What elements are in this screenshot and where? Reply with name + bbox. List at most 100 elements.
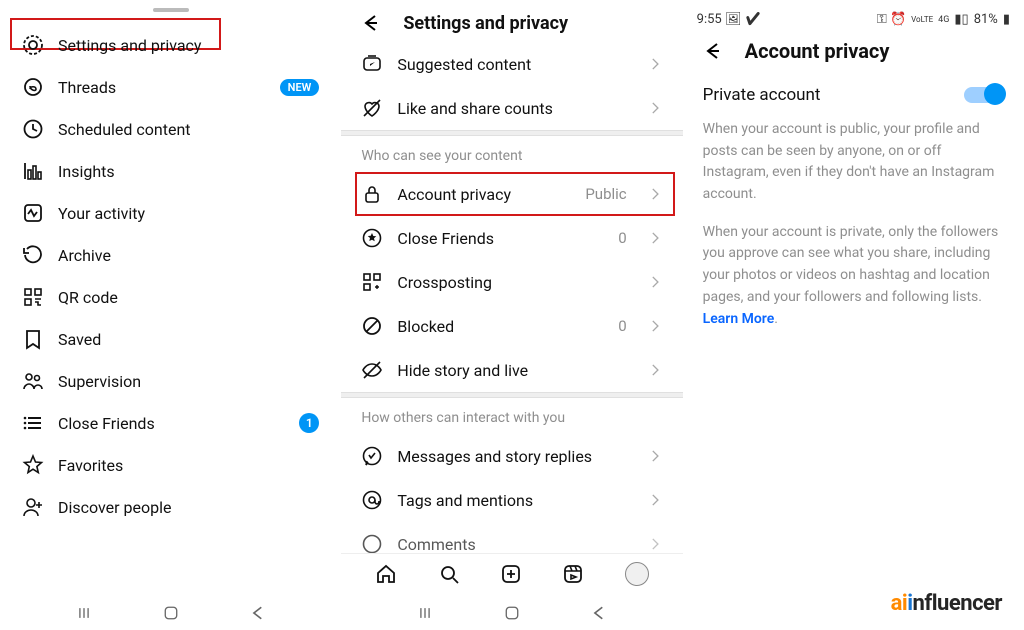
row-archive[interactable]: Archive xyxy=(0,234,341,276)
chevron-right-icon xyxy=(647,318,663,334)
list-icon xyxy=(22,412,44,434)
chevron-right-icon xyxy=(647,274,663,290)
label: Close Friends xyxy=(58,414,155,433)
row-insights[interactable]: Insights xyxy=(0,150,341,192)
create-icon[interactable] xyxy=(500,563,522,585)
badge-count: 1 xyxy=(299,413,319,433)
row-tags[interactable]: Tags and mentions xyxy=(341,478,682,522)
row-account-privacy[interactable]: Account privacy Public xyxy=(341,172,682,216)
home-icon[interactable] xyxy=(375,563,397,585)
drag-handle xyxy=(153,8,189,12)
chevron-right-icon xyxy=(647,56,663,72)
row-settings-privacy[interactable]: Settings and privacy xyxy=(0,24,341,66)
home-icon[interactable] xyxy=(503,604,521,622)
label: Tags and mentions xyxy=(397,491,533,510)
description-private: When your account is private, only the f… xyxy=(703,222,1004,330)
qr-icon xyxy=(22,286,44,308)
row-suggested[interactable]: Suggested content xyxy=(341,42,682,86)
row-close-friends[interactable]: Close Friends 1 xyxy=(0,402,341,444)
row-discover[interactable]: Discover people xyxy=(0,486,341,528)
grid-icon xyxy=(361,271,383,293)
reels-icon[interactable] xyxy=(562,563,584,585)
search-icon[interactable] xyxy=(438,563,460,585)
row-supervision[interactable]: Supervision xyxy=(0,360,341,402)
android-nav xyxy=(341,594,682,622)
label: Archive xyxy=(58,246,111,265)
chevron-right-icon xyxy=(647,362,663,378)
row-activity[interactable]: Your activity xyxy=(0,192,341,234)
badge-new: NEW xyxy=(280,79,320,96)
label: Favorites xyxy=(58,456,123,475)
row-close-friends[interactable]: Close Friends 0 xyxy=(341,216,682,260)
section-who-can-see: Who can see your content xyxy=(341,136,682,172)
status-right: ⚿ ⏰ VoLTE 4G ▮▯ 81% ▮ xyxy=(877,12,1010,27)
threads-icon xyxy=(22,76,44,98)
at-icon xyxy=(361,489,383,511)
private-label: Private account xyxy=(703,85,821,105)
row-qr[interactable]: QR code xyxy=(0,276,341,318)
chevron-right-icon xyxy=(647,186,663,202)
label: Like and share counts xyxy=(397,99,553,118)
supervision-icon xyxy=(22,370,44,392)
value: Public xyxy=(585,185,626,203)
private-toggle[interactable] xyxy=(964,87,1004,103)
learn-more-link[interactable]: Learn More xyxy=(703,311,775,327)
label: Insights xyxy=(58,162,115,181)
star-circle-icon xyxy=(361,227,383,249)
page-title: Settings and privacy xyxy=(403,13,568,34)
label: Settings and privacy xyxy=(58,36,202,55)
star-icon xyxy=(22,454,44,476)
private-account-row: Private account xyxy=(703,81,1004,119)
row-blocked[interactable]: Blocked 0 xyxy=(341,304,682,348)
row-saved[interactable]: Saved xyxy=(0,318,341,360)
back-icon[interactable] xyxy=(701,40,723,62)
body: Private account When your account is pub… xyxy=(683,79,1024,348)
section-interact: How others can interact with you xyxy=(341,398,682,434)
panel-account-privacy: 9:55 🖼 ✔ ⚿ ⏰ VoLTE 4G ▮▯ 81% ▮ Account p… xyxy=(683,0,1024,630)
row-crossposting[interactable]: Crossposting xyxy=(341,260,682,304)
watermark: aiinfluencer xyxy=(891,591,1002,616)
instagram-nav xyxy=(341,553,682,588)
recents-icon[interactable] xyxy=(416,604,434,622)
block-icon xyxy=(361,315,383,337)
value: 0 xyxy=(618,317,626,335)
clock-icon xyxy=(22,118,44,140)
row-messages[interactable]: Messages and story replies xyxy=(341,434,682,478)
back-icon[interactable] xyxy=(249,604,267,622)
chevron-right-icon xyxy=(647,448,663,464)
add-person-icon xyxy=(22,496,44,518)
insights-icon xyxy=(22,160,44,182)
back-icon[interactable] xyxy=(359,12,381,34)
profile-avatar[interactable] xyxy=(625,562,649,586)
page-title: Account privacy xyxy=(745,39,890,63)
label: Your activity xyxy=(58,204,145,223)
chevron-right-icon xyxy=(647,492,663,508)
label: QR code xyxy=(58,288,118,307)
recents-icon[interactable] xyxy=(75,604,93,622)
lock-icon xyxy=(361,183,383,205)
label: Hide story and live xyxy=(397,361,528,380)
row-favorites[interactable]: Favorites xyxy=(0,444,341,486)
header: Settings and privacy xyxy=(341,8,682,42)
comment-icon xyxy=(361,533,383,555)
row-like-counts[interactable]: Like and share counts xyxy=(341,86,682,130)
row-scheduled[interactable]: Scheduled content xyxy=(0,108,341,150)
row-threads[interactable]: Threads NEW xyxy=(0,66,341,108)
row-hide-story[interactable]: Hide story and live xyxy=(341,348,682,392)
android-nav xyxy=(0,594,341,622)
value: 0 xyxy=(618,229,626,247)
activity-icon xyxy=(22,202,44,224)
header: Account privacy xyxy=(683,29,1024,79)
label: Discover people xyxy=(58,498,172,517)
label: Blocked xyxy=(397,317,454,336)
panel-settings: Settings and privacy Suggested content L… xyxy=(341,0,682,630)
panel-menu: Settings and privacy Threads NEW Schedul… xyxy=(0,0,341,630)
back-icon[interactable] xyxy=(590,604,608,622)
label: Suggested content xyxy=(397,55,531,74)
gear-icon xyxy=(22,34,44,56)
label: Crossposting xyxy=(397,273,492,292)
label: Supervision xyxy=(58,372,141,391)
home-icon[interactable] xyxy=(162,604,180,622)
status-time: 9:55 🖼 ✔ xyxy=(697,12,762,27)
label: Comments xyxy=(397,535,475,554)
